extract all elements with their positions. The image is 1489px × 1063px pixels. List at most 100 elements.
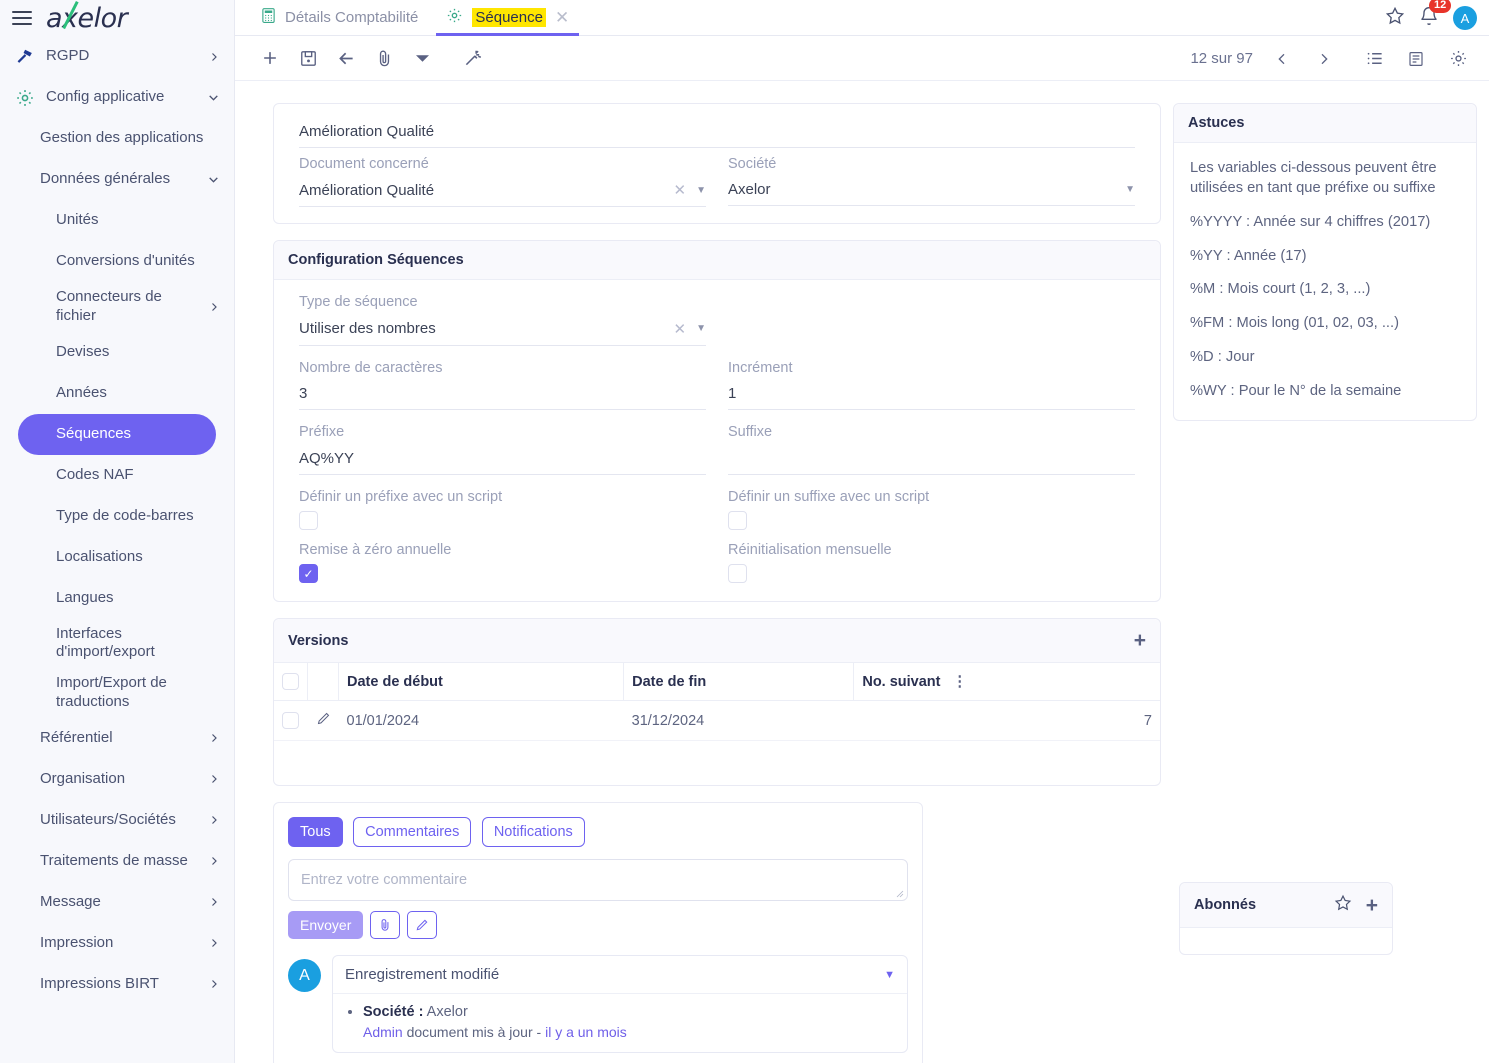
- save-button[interactable]: [289, 39, 327, 77]
- nombre-caracteres-input[interactable]: 3: [299, 382, 706, 411]
- table-row[interactable]: 01/01/2024 31/12/2024 7: [274, 700, 1160, 742]
- chevron-down-icon[interactable]: ▼: [696, 323, 706, 334]
- chevron-right-icon[interactable]: [208, 978, 220, 990]
- sidebar-item-type-de-code-barres[interactable]: Type de code-barres: [0, 496, 234, 537]
- new-record-button[interactable]: [251, 39, 289, 77]
- chevron-right-icon[interactable]: [208, 896, 220, 908]
- chevron-right-icon[interactable]: [208, 301, 220, 313]
- settings-button[interactable]: [1439, 40, 1477, 78]
- star-icon[interactable]: [1334, 894, 1352, 916]
- sidebar-item-import-export-de-traductions[interactable]: Import/Export de traductions: [0, 668, 234, 718]
- close-icon[interactable]: ✕: [555, 9, 569, 26]
- sidebar-item-label: Interfaces d'import/export: [56, 624, 155, 661]
- col-date-fin[interactable]: Date de fin: [623, 663, 855, 702]
- sidebar-item-interfaces-d-import-export[interactable]: Interfaces d'import/export: [0, 619, 234, 669]
- reset-annuelle-checkbox[interactable]: ✓: [299, 564, 318, 584]
- sidebar-item-unit-s[interactable]: Unités: [0, 200, 234, 241]
- sidebar-item-impressions-birt[interactable]: Impressions BIRT: [0, 964, 234, 1005]
- attach-button[interactable]: [365, 39, 403, 77]
- sidebar-group-rgpd[interactable]: RGPD: [0, 36, 234, 77]
- col-no-suivant[interactable]: No. suivant ⋮: [853, 663, 1160, 702]
- sequence-name-input[interactable]: Amélioration Qualité: [299, 120, 1135, 148]
- chevron-right-icon[interactable]: [208, 773, 220, 785]
- sidebar-item-traitements-de-masse[interactable]: Traitements de masse: [0, 841, 234, 882]
- type-sequence-field[interactable]: Utiliser des nombres ✕ ▼: [299, 317, 706, 346]
- chevron-down-icon[interactable]: ▼: [1125, 184, 1135, 195]
- societe-field[interactable]: Axelor ▼: [728, 178, 1135, 207]
- more-menu-button[interactable]: [403, 39, 441, 77]
- row-edit-cell: [307, 700, 339, 742]
- chevron-right-icon[interactable]: [208, 732, 220, 744]
- sidebar-item-gestion-des-applications[interactable]: Gestion des applications: [0, 118, 234, 159]
- sidebar-item-conversions-d-unit-s[interactable]: Conversions d'unités: [0, 241, 234, 282]
- chevron-down-icon[interactable]: ▼: [884, 969, 895, 981]
- clear-icon[interactable]: ✕: [674, 320, 687, 338]
- paperclip-icon: [379, 50, 389, 66]
- activity-header[interactable]: Enregistrement modifié ▼: [333, 956, 907, 995]
- chevron-right-icon[interactable]: [208, 937, 220, 949]
- next-record-button[interactable]: [1305, 40, 1343, 78]
- activity-card: Enregistrement modifié ▼ Société : Axelo…: [332, 955, 908, 1054]
- chevron-down-icon[interactable]: [207, 173, 220, 186]
- sidebar-item-codes-naf[interactable]: Codes NAF: [0, 455, 234, 496]
- notifications-bell[interactable]: 12: [1419, 0, 1452, 31]
- prev-record-button[interactable]: [1263, 40, 1301, 78]
- add-follower-button[interactable]: +: [1366, 895, 1378, 916]
- reset-mensuelle-checkbox[interactable]: [728, 564, 747, 584]
- suffixe-input[interactable]: [728, 447, 1135, 475]
- tab-sequence[interactable]: Séquence ✕: [432, 0, 583, 36]
- row-checkbox[interactable]: [282, 712, 299, 730]
- sidebar-item-organisation[interactable]: Organisation: [0, 759, 234, 800]
- comment-tab-commentaires[interactable]: Commentaires: [353, 817, 472, 848]
- suffixe-script-checkbox[interactable]: [728, 510, 747, 530]
- sidebar-item-devises[interactable]: Devises: [0, 332, 234, 373]
- list-view-button[interactable]: [1355, 40, 1393, 78]
- comment-tab-tous[interactable]: Tous: [288, 817, 343, 848]
- sidebar-item-r-f-rentiel[interactable]: Référentiel: [0, 718, 234, 759]
- back-button[interactable]: [327, 39, 365, 77]
- send-comment-button[interactable]: Envoyer: [288, 911, 364, 940]
- sidebar-item-s-quences[interactable]: Séquences: [18, 413, 216, 455]
- list-view-icon: [1367, 52, 1382, 65]
- activity-author[interactable]: Admin: [363, 1024, 403, 1040]
- edit-header: [307, 663, 339, 702]
- tab-details-comptabilite[interactable]: Détails Comptabilité: [247, 0, 432, 35]
- avatar[interactable]: A: [1453, 6, 1477, 30]
- clear-icon[interactable]: ✕: [674, 181, 687, 199]
- col-date-debut[interactable]: Date de début: [338, 663, 625, 702]
- sidebar-item-langues[interactable]: Langues: [0, 578, 234, 619]
- attach-comment-button[interactable]: [370, 911, 401, 940]
- star-icon[interactable]: [1385, 6, 1405, 31]
- followers-title: Abonnés: [1194, 897, 1257, 913]
- chevron-down-icon[interactable]: ▼: [696, 185, 706, 196]
- form-view-button[interactable]: [1397, 40, 1435, 78]
- pencil-icon[interactable]: [316, 713, 331, 730]
- sidebar-item-connecteurs-de-fichier[interactable]: Connecteurs de fichier: [0, 282, 234, 332]
- add-version-button[interactable]: +: [1134, 630, 1146, 651]
- prefixe-script-checkbox[interactable]: [299, 510, 318, 530]
- gear-settings-icon: [1450, 51, 1466, 66]
- sidebar-item-label: Référentiel: [40, 728, 113, 746]
- comment-input[interactable]: Entrez votre commentaire: [288, 859, 908, 902]
- edit-comment-button[interactable]: [407, 911, 438, 940]
- column-menu-icon[interactable]: ⋮: [953, 674, 968, 690]
- resize-handle-icon[interactable]: [896, 890, 904, 898]
- sidebar-item-message[interactable]: Message: [0, 882, 234, 923]
- sidebar-item-utilisateurs-soci-t-s[interactable]: Utilisateurs/Sociétés: [0, 800, 234, 841]
- hamburger-menu-icon[interactable]: [12, 11, 32, 25]
- sidebar-group-config-applicative[interactable]: Config applicative: [0, 77, 234, 118]
- select-all-checkbox[interactable]: [282, 673, 299, 691]
- prefixe-input[interactable]: AQ%YY: [299, 447, 706, 475]
- comment-tab-notifications[interactable]: Notifications: [481, 817, 585, 848]
- sidebar-group-label: Config applicative: [46, 88, 165, 106]
- chevron-right-icon[interactable]: [208, 814, 220, 826]
- astuces-lines: Les variables ci-dessous peuvent être ut…: [1190, 159, 1460, 402]
- sidebar-item-impression[interactable]: Impression: [0, 923, 234, 964]
- increment-input[interactable]: 1: [728, 382, 1135, 411]
- chevron-right-icon[interactable]: [208, 855, 220, 867]
- sidebar-item-donn-es-g-n-rales[interactable]: Données générales: [0, 159, 234, 200]
- magic-wand-button[interactable]: [453, 39, 491, 77]
- sidebar-item-ann-es[interactable]: Années: [0, 373, 234, 414]
- sidebar-item-localisations[interactable]: Localisations: [0, 537, 234, 578]
- document-field[interactable]: Amélioration Qualité ✕ ▼: [299, 178, 706, 208]
